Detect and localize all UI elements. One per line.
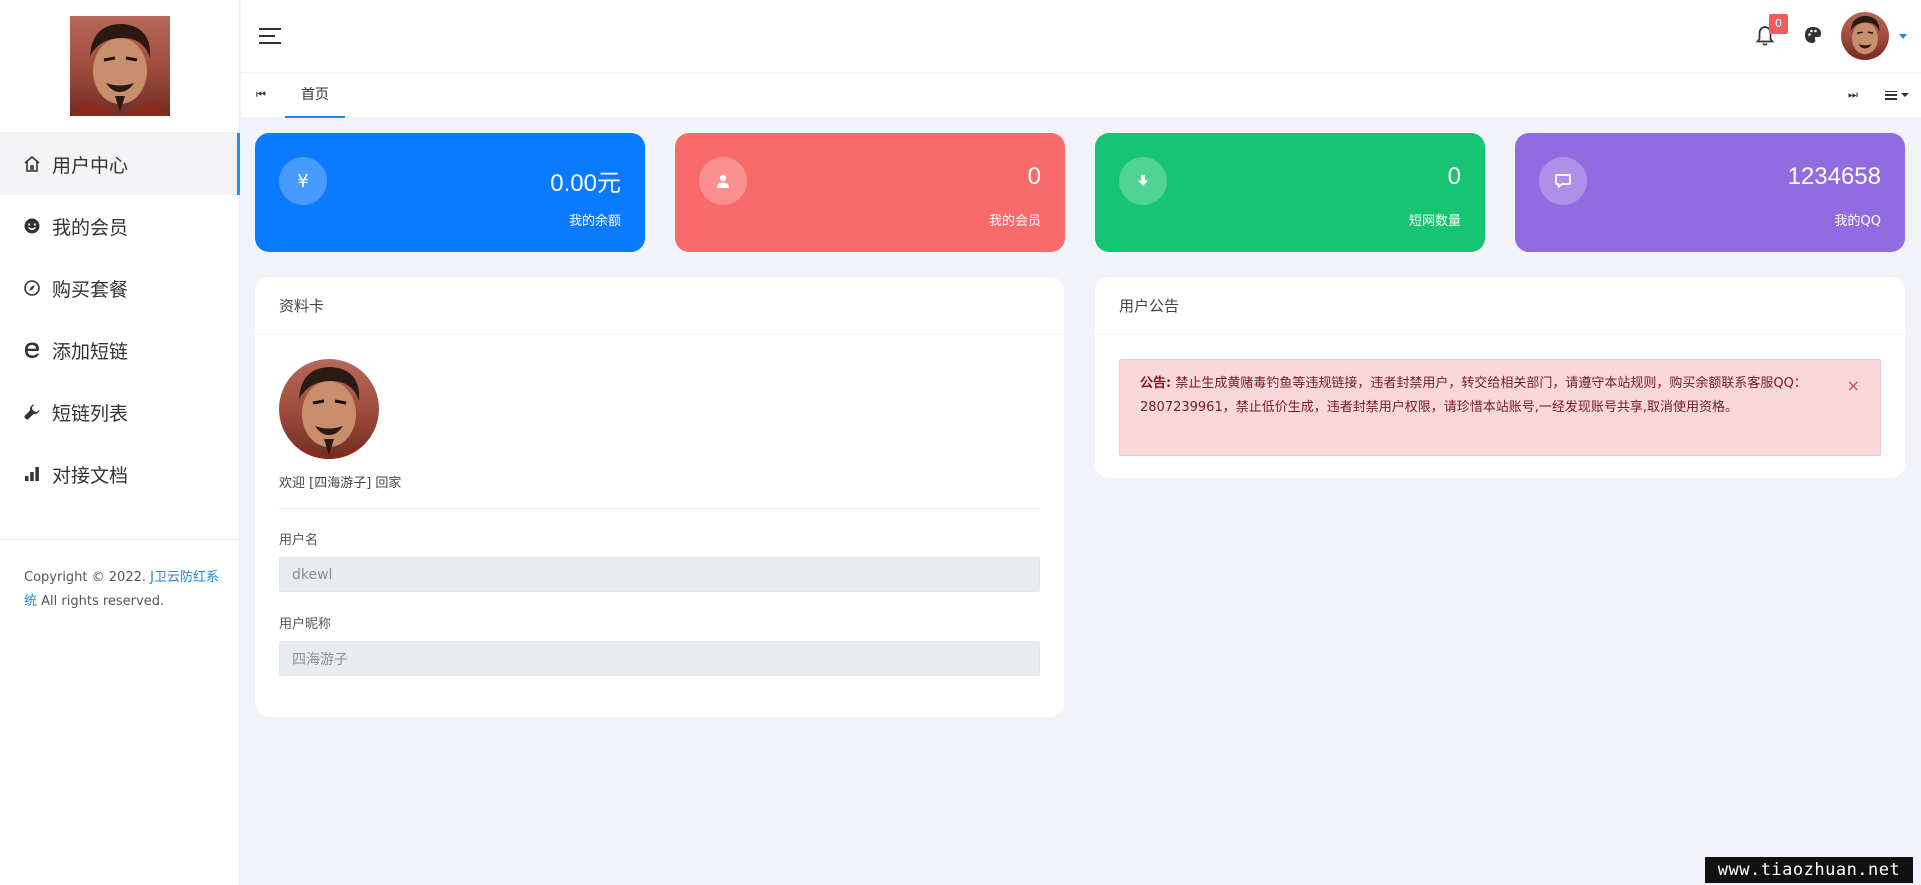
copyright: Copyright © 2022. J卫云防红系统 All rights res… (0, 540, 239, 614)
chevron-down-icon[interactable] (1899, 33, 1907, 39)
user-icon (699, 157, 747, 205)
nickname-label: 用户昵称 (279, 617, 332, 632)
welcome-text: 欢迎 [四海游子] 回家 (279, 476, 402, 491)
sidebar-item-label: 用户中心 (52, 154, 129, 177)
sidebar-item-shortlink-list[interactable]: 短链列表 (0, 381, 239, 443)
sidebar-item-label: 短链列表 (52, 402, 129, 425)
signal-icon (22, 464, 42, 484)
stat-label: 我的QQ (1834, 214, 1881, 229)
sidebar-item-add-shortlink[interactable]: 添加短链 (0, 319, 239, 381)
announcement-alert: 公告: 禁止生成黄赌毒钓鱼等违规链接，违者封禁用户，转交给相关部门，请遵守本站规… (1119, 359, 1881, 456)
stat-value: 0.00元 (550, 170, 621, 197)
sidebar-item-label: 购买套餐 (52, 278, 129, 301)
announcement-prefix: 公告: (1140, 376, 1172, 391)
stat-value: 1234658 (1787, 163, 1881, 190)
smile-icon (22, 216, 42, 236)
nickname-field[interactable]: 四海游子 (279, 641, 1040, 676)
stat-label: 我的余额 (568, 214, 621, 229)
stat-value: 0 (1447, 163, 1461, 190)
sidebar-item-buy-package[interactable]: 购买套餐 (0, 257, 239, 319)
sidebar-item-label: 对接文档 (52, 464, 129, 487)
tab-menu-icon[interactable] (1873, 90, 1921, 100)
close-icon[interactable]: × (1847, 374, 1860, 398)
stat-card-members: 0 我的会员 (675, 133, 1065, 252)
stat-label: 短网数量 (1408, 214, 1461, 229)
stat-label: 我的会员 (988, 214, 1041, 229)
stat-card-qq: 1234658 我的QQ (1515, 133, 1905, 252)
menu-toggle-icon[interactable] (259, 28, 281, 44)
profile-divider (279, 508, 1040, 509)
top-header: 0 (241, 0, 1921, 72)
tab-home[interactable]: 首页 (285, 73, 345, 118)
ie-icon (22, 340, 42, 360)
wrench-icon (22, 402, 42, 422)
announcement-card: 用户公告 公告: 禁止生成黄赌毒钓鱼等违规链接，违者封禁用户，转交给相关部门，请… (1095, 277, 1905, 478)
notification-button[interactable]: 0 (1755, 14, 1788, 47)
stat-card-balance: ¥ 0.00元 我的余额 (255, 133, 645, 252)
stat-value: 0 (1027, 163, 1041, 190)
header-actions: 0 (1755, 12, 1907, 60)
tab-bar: ⏮ 首页 ⏭ (241, 72, 1921, 118)
sidebar-item-label: 添加短链 (52, 340, 129, 363)
home-icon (22, 154, 42, 174)
username-field[interactable]: dkewl (279, 557, 1040, 592)
watermark: www.tiaozhuan.net (1705, 857, 1913, 883)
comment-icon (1539, 157, 1587, 205)
sidebar: 用户中心 我的会员 购买套餐 添加短链 短链列表 对接文档 Copyright … (0, 0, 240, 885)
tab-controls: ⏭ (1833, 88, 1921, 102)
sidebar-item-label: 我的会员 (52, 216, 129, 239)
user-avatar[interactable] (1841, 12, 1889, 60)
sidebar-item-user-center[interactable]: 用户中心 (0, 133, 240, 195)
tab-next-icon[interactable]: ⏭ (1833, 88, 1873, 102)
sidebar-item-my-members[interactable]: 我的会员 (0, 195, 239, 257)
logo-area (0, 0, 239, 133)
sidebar-nav: 用户中心 我的会员 购买套餐 添加短链 短链列表 对接文档 (0, 133, 240, 505)
yuan-icon: ¥ (279, 157, 327, 205)
tab-prev-icon[interactable]: ⏮ (241, 88, 281, 102)
announcement-text: 禁止生成黄赌毒钓鱼等违规链接，违者封禁用户，转交给相关部门，请遵守本站规则，购买… (1140, 376, 1807, 415)
compass-icon (22, 278, 42, 298)
username-label: 用户名 (279, 533, 319, 548)
palette-icon[interactable] (1803, 25, 1825, 47)
profile-card: 资料卡 欢迎 [四海游子] 回家 用户名 dkewl 用户昵称 四海游子 (255, 277, 1064, 717)
stat-card-shortlinks: 0 短网数量 (1095, 133, 1485, 252)
profile-avatar (279, 359, 379, 459)
notification-badge: 0 (1769, 14, 1788, 34)
sidebar-item-api-docs[interactable]: 对接文档 (0, 443, 239, 505)
copyright-suffix: All rights reserved. (41, 594, 165, 609)
download-icon (1119, 157, 1167, 205)
announcement-card-title: 用户公告 (1095, 277, 1905, 335)
logo-avatar (69, 16, 170, 116)
profile-card-title: 资料卡 (255, 277, 1064, 335)
copyright-prefix: Copyright © 2022. (24, 570, 147, 585)
